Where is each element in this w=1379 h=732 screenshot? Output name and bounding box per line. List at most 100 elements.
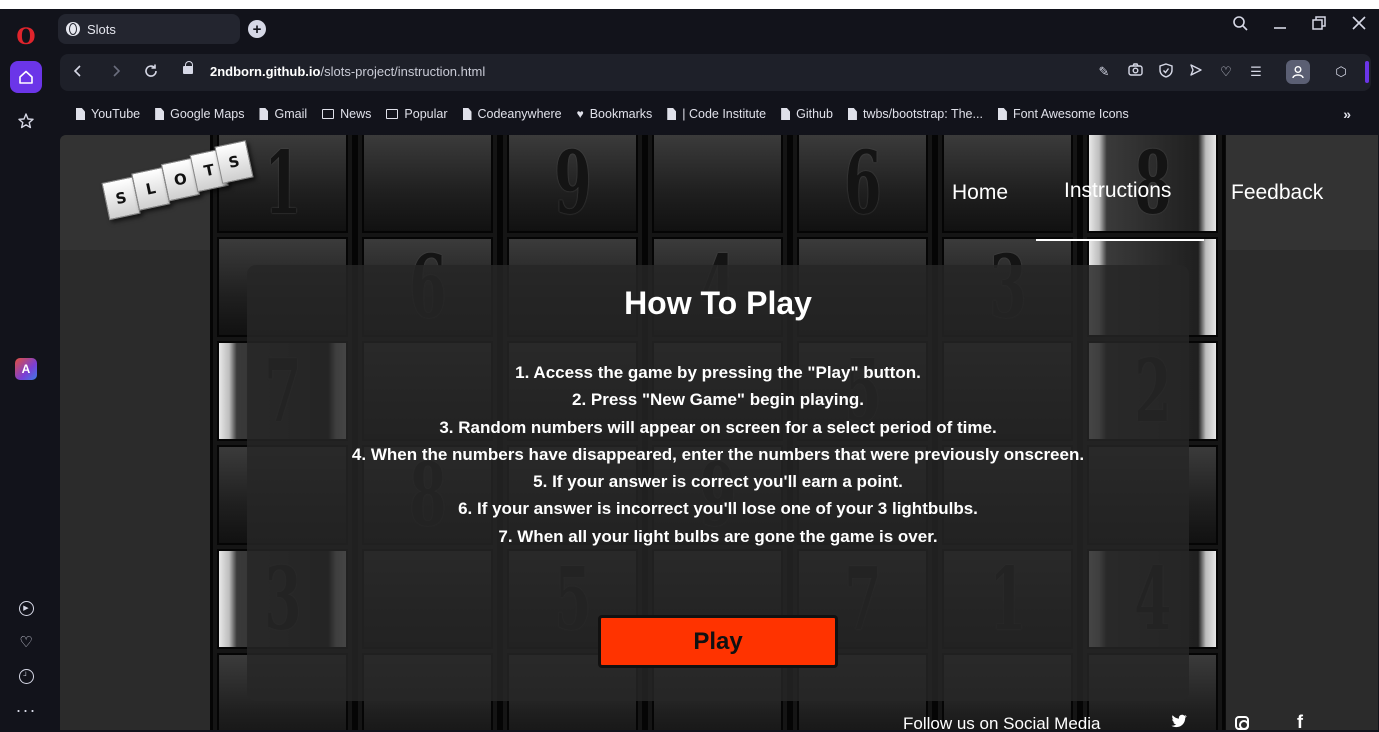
folder-icon	[386, 109, 399, 119]
bookmark-bookmarks[interactable]: ♥ Bookmarks	[577, 107, 653, 121]
settings-sliders-icon[interactable]: ☰	[1247, 63, 1265, 81]
bookmark-label: News	[340, 107, 372, 121]
nav-link-feedback[interactable]: Feedback	[1231, 181, 1323, 205]
bookmark-font-awesome[interactable]: Font Awesome Icons	[997, 107, 1129, 121]
footer-text: Follow us on Social Media	[903, 714, 1101, 730]
bookmark-label: twbs/bootstrap: The...	[862, 107, 983, 121]
play-button[interactable]: Play	[598, 615, 838, 668]
instructions-panel: How To Play 1. Access the game by pressi…	[247, 265, 1189, 701]
instruction-step: 4. When the numbers have disappeared, en…	[351, 444, 1085, 464]
nav-link-instructions[interactable]: Instructions	[1064, 179, 1171, 203]
profile-avatar[interactable]	[1286, 60, 1310, 84]
restore-icon[interactable]	[1304, 15, 1334, 35]
page-title: How To Play	[624, 285, 812, 321]
page-icon	[847, 108, 857, 120]
nav-link-home[interactable]: Home	[952, 181, 1008, 205]
new-tab-button[interactable]: +	[248, 20, 266, 38]
bookmark-label: Google Maps	[170, 107, 245, 121]
page-icon	[667, 108, 677, 120]
history-clock-icon[interactable]: ┘	[10, 660, 42, 692]
screen-top-strip	[0, 0, 1379, 9]
bookmarks-overflow-button[interactable]: »	[1343, 106, 1351, 122]
reload-icon[interactable]	[143, 63, 159, 83]
heart-outline-icon[interactable]: ♡	[1217, 63, 1235, 81]
player-icon[interactable]: ▶	[10, 592, 42, 624]
reel-cell	[362, 135, 493, 233]
page-icon	[997, 108, 1007, 120]
star-icon[interactable]	[10, 105, 42, 137]
bookmark-google-maps[interactable]: Google Maps	[155, 107, 244, 121]
instruction-step: 2. Press "New Game" begin playing.	[572, 390, 864, 410]
search-tabs-icon[interactable]	[1225, 15, 1255, 36]
close-icon[interactable]	[1344, 15, 1374, 35]
page-icon	[259, 108, 269, 120]
bookmark-label: YouTube	[91, 107, 141, 121]
url-field[interactable]: 2ndborn.github.io/slots-project/instruct…	[210, 64, 485, 79]
facebook-icon[interactable]: f	[1297, 712, 1303, 730]
page-icon	[781, 108, 791, 120]
browser-sidebar: O A ▶ ♡ ┘ ···	[0, 9, 52, 732]
twitter-icon[interactable]	[1171, 714, 1188, 730]
camera-icon[interactable]	[1126, 63, 1144, 81]
bookmark-folder-popular[interactable]: Popular	[386, 107, 448, 121]
bookmark-folder-news[interactable]: News	[322, 107, 371, 121]
heart-icon: ♥	[576, 107, 584, 121]
bookmark-label: Github	[796, 107, 833, 121]
lock-icon[interactable]	[183, 61, 193, 74]
opera-logo-icon[interactable]: O	[10, 21, 42, 53]
browser-window: O A ▶ ♡ ┘ ··· Slots + 2ndborn.github.io/…	[0, 9, 1379, 732]
page-icon	[155, 108, 165, 120]
reel-number: 6	[843, 135, 882, 233]
bookmark-label: Popular	[404, 107, 448, 121]
bookmark-label: Gmail	[274, 107, 308, 121]
bookmark-code-institute[interactable]: | Code Institute	[667, 107, 766, 121]
back-icon[interactable]	[72, 63, 84, 83]
edit-note-icon[interactable]: ✎	[1095, 63, 1113, 81]
instruction-step: 6. If your answer is incorrect you'll lo…	[458, 499, 978, 519]
instruction-step: 3. Random numbers will appear on screen …	[439, 417, 997, 437]
instagram-icon[interactable]	[1235, 716, 1249, 730]
bookmark-label: | Code Institute	[682, 107, 767, 121]
instruction-step: 5. If your answer is correct you'll earn…	[533, 472, 903, 492]
aria-app-icon[interactable]: A	[10, 353, 42, 385]
url-path: /slots-project/instruction.html	[320, 64, 486, 79]
instruction-step: 7. When all your light bulbs are gone th…	[498, 526, 938, 546]
bookmark-label: Bookmarks	[589, 107, 653, 121]
reel-number: 9	[553, 135, 592, 233]
reel-cell	[652, 135, 783, 233]
tab-slots[interactable]: Slots	[58, 14, 240, 44]
active-nav-underline	[1036, 239, 1204, 241]
send-icon[interactable]	[1187, 63, 1205, 81]
url-domain: 2ndborn.github.io	[210, 64, 321, 79]
bookmark-label: Codeanywhere	[477, 107, 562, 121]
home-icon[interactable]	[10, 61, 42, 93]
instruction-steps: 1. Access the game by pressing the "Play…	[247, 359, 1189, 550]
page-viewport: 1 7 3 6 8 9 5	[60, 135, 1378, 730]
bookmark-gmail[interactable]: Gmail	[259, 107, 307, 121]
bookmark-bootstrap[interactable]: twbs/bootstrap: The...	[847, 107, 983, 121]
bookmark-codeanywhere[interactable]: Codeanywhere	[462, 107, 562, 121]
more-dots-icon[interactable]: ···	[10, 694, 42, 726]
footer: Follow us on Social Media f	[60, 712, 1378, 730]
bookmark-youtube[interactable]: YouTube	[76, 107, 140, 121]
extensions-cube-icon[interactable]: ⬡	[1332, 63, 1350, 81]
address-bar-row: 2ndborn.github.io/slots-project/instruct…	[60, 54, 1371, 91]
reel-cell: 9	[507, 135, 638, 233]
reel-number: 1	[263, 135, 302, 233]
bookmark-label: Font Awesome Icons	[1012, 107, 1129, 121]
instruction-step: 1. Access the game by pressing the "Play…	[515, 363, 921, 382]
bookmarks-bar: YouTube Google Maps Gmail News Popular C…	[60, 96, 1371, 132]
heart-icon[interactable]: ♡	[10, 626, 42, 658]
sidebar-accent-bar	[1365, 61, 1369, 83]
aria-app-tile: A	[15, 358, 37, 380]
bookmark-github[interactable]: Github	[781, 107, 833, 121]
page-icon	[76, 108, 85, 120]
forward-icon[interactable]	[110, 63, 122, 83]
minimize-icon[interactable]	[1265, 15, 1295, 35]
reel-cell: 6	[797, 135, 928, 233]
folder-icon	[322, 109, 335, 119]
page-icon	[462, 108, 472, 120]
shield-icon[interactable]	[1157, 63, 1175, 81]
globe-icon	[66, 22, 80, 36]
tab-title: Slots	[87, 21, 116, 37]
